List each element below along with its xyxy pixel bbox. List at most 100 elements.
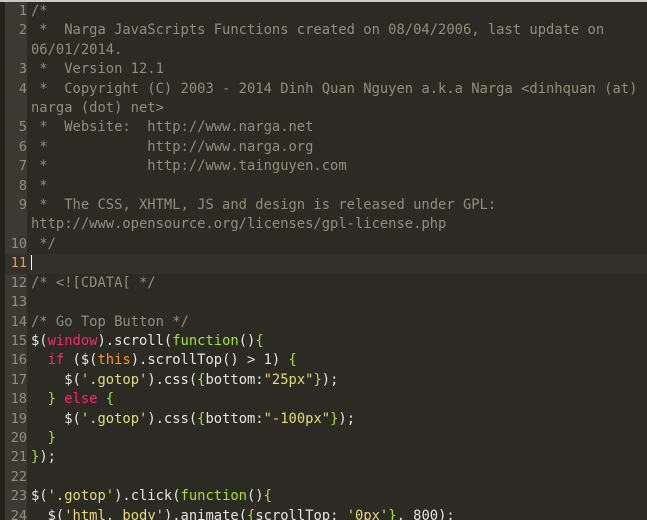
code-line-content[interactable]: $('.gotop').css({bottom:"-100px"});	[27, 410, 647, 429]
code-line-content[interactable]: });	[27, 448, 647, 467]
line-number: 5	[18, 119, 27, 136]
code-line-content[interactable]: /* <![CDATA[ */	[27, 274, 647, 293]
code-line[interactable]: 18 } else {	[0, 390, 647, 410]
code-line-content[interactable]: * Narga JavaScripts Functions created on…	[27, 21, 647, 60]
text-cursor	[31, 255, 32, 271]
code-token-this-keyword: this	[97, 352, 131, 369]
code-line[interactable]: 9 * The CSS, XHTML, JS and design is rel…	[0, 196, 647, 235]
code-line[interactable]: 4 * Copyright (C) 2003 - 2014 Dinh Quan …	[0, 79, 647, 119]
line-number: 12	[10, 274, 27, 291]
code-line[interactable]: 11	[0, 254, 647, 274]
code-line[interactable]: 15 $(window).scroll(function(){	[0, 331, 647, 352]
code-token-plain: ($(	[64, 352, 98, 369]
line-number: 11	[10, 255, 27, 272]
code-line[interactable]: 24 $('html, body').animate({scrollTop: '…	[0, 506, 647, 520]
code-token-plain: $(	[31, 507, 65, 520]
code-line[interactable]: 1/*	[0, 2, 647, 22]
code-lines-container[interactable]: 1/* 2 * Narga JavaScripts Functions creat…	[0, 2, 647, 520]
code-token-comment: /* <![CDATA[ */	[31, 274, 156, 291]
code-line[interactable]: 20 }	[0, 428, 647, 449]
code-token-plain: );	[338, 410, 356, 427]
code-token-function: function	[172, 332, 239, 349]
code-token-plain: $(	[31, 488, 48, 505]
code-line[interactable]: 2 * Narga JavaScripts Functions created …	[0, 21, 647, 61]
code-line-content[interactable]: /* Go Top Button */	[27, 313, 647, 332]
code-token-plain: , 800);	[396, 507, 455, 520]
code-line-content[interactable]: ​	[27, 468, 647, 487]
code-token-brace: {	[288, 352, 297, 369]
code-line-content[interactable]	[27, 254, 647, 274]
code-line[interactable]: 21});	[0, 448, 647, 468]
code-token-string: "25px"	[263, 371, 314, 388]
code-line-content[interactable]: * Copyright (C) 2003 - 2014 Dinh Quan Ng…	[27, 80, 647, 119]
code-token-keyword: else	[64, 391, 98, 408]
code-line-content[interactable]: * Version 12.1	[27, 60, 647, 79]
code-line-content[interactable]: } else {	[27, 390, 647, 409]
code-line[interactable]: 5 * Website: http://www.narga.net	[0, 118, 647, 138]
code-token-plain: );	[39, 449, 56, 466]
code-token-string: 'html, body'	[64, 507, 164, 520]
code-token-comment: /* Go Top Button */	[31, 313, 189, 330]
code-token-plain: ).scroll(	[97, 332, 173, 349]
code-token-plain: bottom:	[205, 410, 264, 427]
code-line[interactable]: 3 * Version 12.1	[0, 60, 647, 80]
code-line-content[interactable]: if ($(this).scrollTop() > 1) {	[27, 351, 647, 370]
code-line[interactable]: 17 $('.gotop').css({bottom:"25px"});	[0, 370, 647, 391]
code-token-comment: * Copyright (C) 2003 - 2014 Dinh Quan Ng…	[31, 80, 646, 117]
code-token-brace: }	[47, 391, 56, 408]
code-token-string: '0px'	[346, 507, 389, 520]
code-line[interactable]: 12/* <![CDATA[ */	[0, 273, 647, 294]
code-line[interactable]: 10 */	[0, 234, 647, 255]
code-editor[interactable]: 1/* 2 * Narga JavaScripts Functions creat…	[0, 0, 647, 520]
code-line[interactable]: 22​	[0, 467, 647, 488]
code-line-content[interactable]: /*	[27, 2, 647, 21]
line-number: 10	[10, 235, 27, 252]
code-line-content[interactable]: *	[27, 177, 647, 196]
code-token-comment: * http://www.narga.org	[31, 138, 314, 155]
code-token-brace: {	[255, 332, 264, 349]
code-token-plain: ).scrollTop() > 1)	[130, 352, 289, 369]
code-line-content[interactable]: * The CSS, XHTML, JS and design is relea…	[27, 196, 647, 235]
code-line-content[interactable]: */	[27, 235, 647, 254]
code-token-plain: bottom:	[205, 371, 264, 388]
code-line-content[interactable]: $(window).scroll(function(){	[27, 332, 647, 351]
code-line[interactable]: 8 *	[0, 176, 647, 197]
code-line[interactable]: 16 if ($(this).scrollTop() > 1) {	[0, 351, 647, 371]
code-line-content[interactable]: $('html, body').animate({scrollTop: '0px…	[27, 507, 647, 520]
code-line-content[interactable]: * Website: http://www.narga.net	[27, 118, 647, 137]
line-number: 16	[10, 352, 27, 369]
code-token-keyword: window	[47, 332, 98, 349]
code-line[interactable]: 19 $('.gotop').css({bottom:"-100px"});	[0, 409, 647, 429]
code-token-plain: );	[321, 371, 339, 388]
code-token-keyword: if	[47, 352, 65, 369]
code-token-plain: $(	[31, 332, 48, 349]
code-line[interactable]: 7 * http://www.tainguyen.com	[0, 157, 647, 177]
code-token-string: "-100px"	[263, 410, 331, 427]
code-line-content[interactable]: * http://www.tainguyen.com	[27, 157, 647, 176]
code-token-brace: {	[263, 488, 272, 505]
code-line[interactable]: 13​	[0, 293, 647, 313]
code-token-comment: * Website: http://www.narga.net	[31, 119, 314, 136]
line-number: 19	[10, 410, 27, 427]
code-token-plain: ()	[246, 488, 264, 505]
code-token-comment: * Narga JavaScripts Functions created on…	[31, 22, 613, 58]
code-token-plain: scrollTop:	[255, 507, 347, 520]
code-token-plain: ).css(	[147, 410, 198, 427]
code-line-content[interactable]: ​	[27, 293, 647, 312]
line-number: 20	[10, 429, 27, 446]
code-line-content[interactable]: $('.gotop').css({bottom:"25px"});	[27, 371, 647, 390]
code-token-string: '.gotop'	[47, 488, 115, 505]
code-line-content[interactable]: * http://www.narga.org	[27, 138, 647, 157]
code-line-content[interactable]: }	[27, 429, 647, 448]
code-line[interactable]: 23 $('.gotop').click(function(){	[0, 487, 647, 507]
line-number: 7	[18, 158, 27, 175]
code-token-brace: {	[105, 391, 115, 408]
code-line[interactable]: 14/* Go Top Button */	[0, 312, 647, 332]
line-number: 18	[10, 391, 27, 408]
code-line-content[interactable]: $('.gotop').click(function(){	[27, 487, 647, 506]
code-line[interactable]: 6 * http://www.narga.org	[0, 137, 647, 158]
code-token-brace: }	[313, 371, 322, 388]
line-number: 4	[18, 80, 27, 97]
